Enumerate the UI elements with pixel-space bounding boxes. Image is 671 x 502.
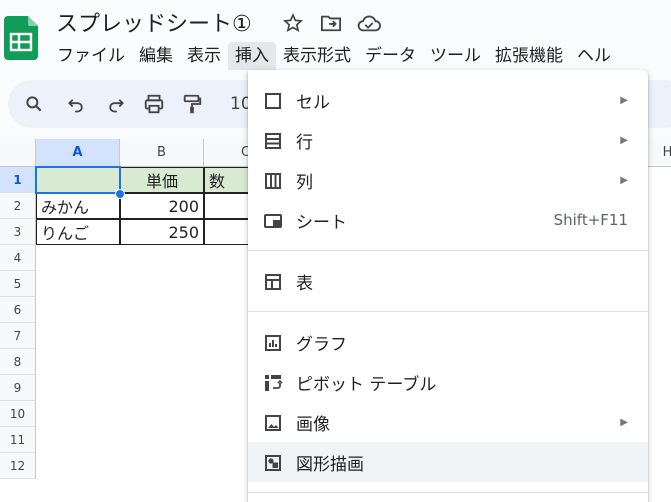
insert-menu-item-label: 行 bbox=[296, 132, 313, 153]
insert-menu-dropdown: セル ▶ 行 ▶ 列 ▶ シート Shift+F11 表 グラフ ピボット テー… bbox=[248, 70, 648, 502]
insert-menu-item-table[interactable]: 表 bbox=[248, 261, 648, 301]
cell-a2[interactable]: みかん bbox=[36, 193, 120, 219]
menu-data[interactable]: データ bbox=[358, 42, 423, 70]
menu-tools[interactable]: ツール bbox=[423, 42, 488, 70]
menu-edit[interactable]: 編集 bbox=[132, 42, 180, 70]
column-header-a[interactable]: A bbox=[36, 139, 120, 167]
submenu-arrow-icon: ▶ bbox=[620, 134, 628, 146]
chart-icon bbox=[262, 332, 284, 354]
row-header-12[interactable]: 12 bbox=[0, 453, 36, 479]
image-icon bbox=[262, 412, 284, 434]
menu-bar: ファイル 編集 表示 挿入 表示形式 データ ツール 拡張機能 ヘル bbox=[50, 42, 618, 70]
document-title[interactable]: スプレッドシート① bbox=[56, 6, 252, 38]
insert-menu-item-sheet[interactable]: シート Shift+F11 bbox=[248, 200, 648, 240]
select-all-corner[interactable] bbox=[0, 139, 36, 167]
menu-help[interactable]: ヘル bbox=[570, 42, 618, 70]
fill-handle[interactable] bbox=[115, 189, 125, 199]
row-header-9[interactable]: 9 bbox=[0, 375, 36, 401]
menu-view[interactable]: 表示 bbox=[180, 42, 228, 70]
undo-icon[interactable] bbox=[64, 92, 88, 116]
row-header-2[interactable]: 2 bbox=[0, 193, 36, 219]
menu-divider bbox=[248, 492, 648, 493]
row-header-10[interactable]: 10 bbox=[0, 401, 36, 427]
row-header-11[interactable]: 11 bbox=[0, 427, 36, 453]
insert-menu-item-pivot-table[interactable]: ピボット テーブル bbox=[248, 362, 648, 402]
row-header-4[interactable]: 4 bbox=[0, 245, 36, 271]
row-header-5[interactable]: 5 bbox=[0, 271, 36, 297]
submenu-arrow-icon: ▶ bbox=[620, 174, 628, 186]
cell-a3[interactable]: りんご bbox=[36, 219, 120, 245]
active-cell-outline bbox=[35, 166, 121, 194]
square-icon bbox=[262, 90, 284, 112]
insert-menu-item-label: 列 bbox=[296, 172, 313, 193]
menu-file[interactable]: ファイル bbox=[50, 42, 132, 70]
submenu-arrow-icon: ▶ bbox=[620, 94, 628, 106]
row-header-7[interactable]: 7 bbox=[0, 323, 36, 349]
insert-menu-item-label: グラフ bbox=[296, 334, 347, 355]
row-header-6[interactable]: 6 bbox=[0, 297, 36, 323]
insert-menu-item-cells[interactable]: セル ▶ bbox=[248, 80, 648, 120]
insert-menu-item-chart[interactable]: グラフ bbox=[248, 322, 648, 362]
insert-menu-item-label: シート bbox=[296, 212, 347, 233]
row-header-8[interactable]: 8 bbox=[0, 349, 36, 375]
search-icon[interactable] bbox=[22, 92, 46, 116]
sheets-logo-icon[interactable] bbox=[4, 16, 38, 60]
star-icon[interactable] bbox=[280, 10, 306, 36]
column-header-h[interactable]: H bbox=[648, 139, 671, 167]
row-header-3[interactable]: 3 bbox=[0, 219, 36, 245]
insert-menu-item-image[interactable]: 画像 ▶ bbox=[248, 402, 648, 442]
sheet-icon bbox=[262, 210, 284, 232]
insert-menu-item-columns[interactable]: 列 ▶ bbox=[248, 160, 648, 200]
insert-menu-item-label: ピボット テーブル bbox=[296, 374, 437, 395]
menu-divider bbox=[248, 311, 648, 312]
redo-icon[interactable] bbox=[104, 92, 128, 116]
insert-menu-item-label: 画像 bbox=[296, 414, 330, 435]
cell-b1[interactable]: 単価 bbox=[120, 167, 204, 193]
print-icon[interactable] bbox=[142, 92, 166, 116]
menu-insert[interactable]: 挿入 bbox=[228, 42, 276, 70]
menu-format[interactable]: 表示形式 bbox=[276, 42, 358, 70]
rows-icon bbox=[262, 130, 284, 152]
table-icon bbox=[262, 271, 284, 293]
drawing-icon bbox=[262, 452, 284, 474]
pivot-table-icon bbox=[262, 372, 284, 394]
menu-divider bbox=[248, 250, 648, 251]
columns-icon bbox=[262, 170, 284, 192]
insert-menu-item-label: 図形描画 bbox=[296, 454, 364, 475]
move-to-folder-icon[interactable] bbox=[318, 10, 344, 36]
submenu-arrow-icon: ▶ bbox=[620, 416, 628, 428]
shortcut-text: Shift+F11 bbox=[553, 211, 628, 229]
menu-extensions[interactable]: 拡張機能 bbox=[488, 42, 570, 70]
insert-menu-item-label: 表 bbox=[296, 273, 313, 294]
column-header-b[interactable]: B bbox=[120, 139, 204, 167]
row-header-1[interactable]: 1 bbox=[0, 167, 36, 193]
cloud-saved-icon[interactable] bbox=[356, 10, 382, 36]
insert-menu-item-rows[interactable]: 行 ▶ bbox=[248, 120, 648, 160]
paint-format-icon[interactable] bbox=[180, 92, 204, 116]
insert-menu-item-drawing[interactable]: 図形描画 bbox=[248, 442, 648, 482]
insert-menu-item-label: セル bbox=[296, 92, 330, 113]
cell-b2[interactable]: 200 bbox=[120, 193, 204, 219]
cell-b3[interactable]: 250 bbox=[120, 219, 204, 245]
